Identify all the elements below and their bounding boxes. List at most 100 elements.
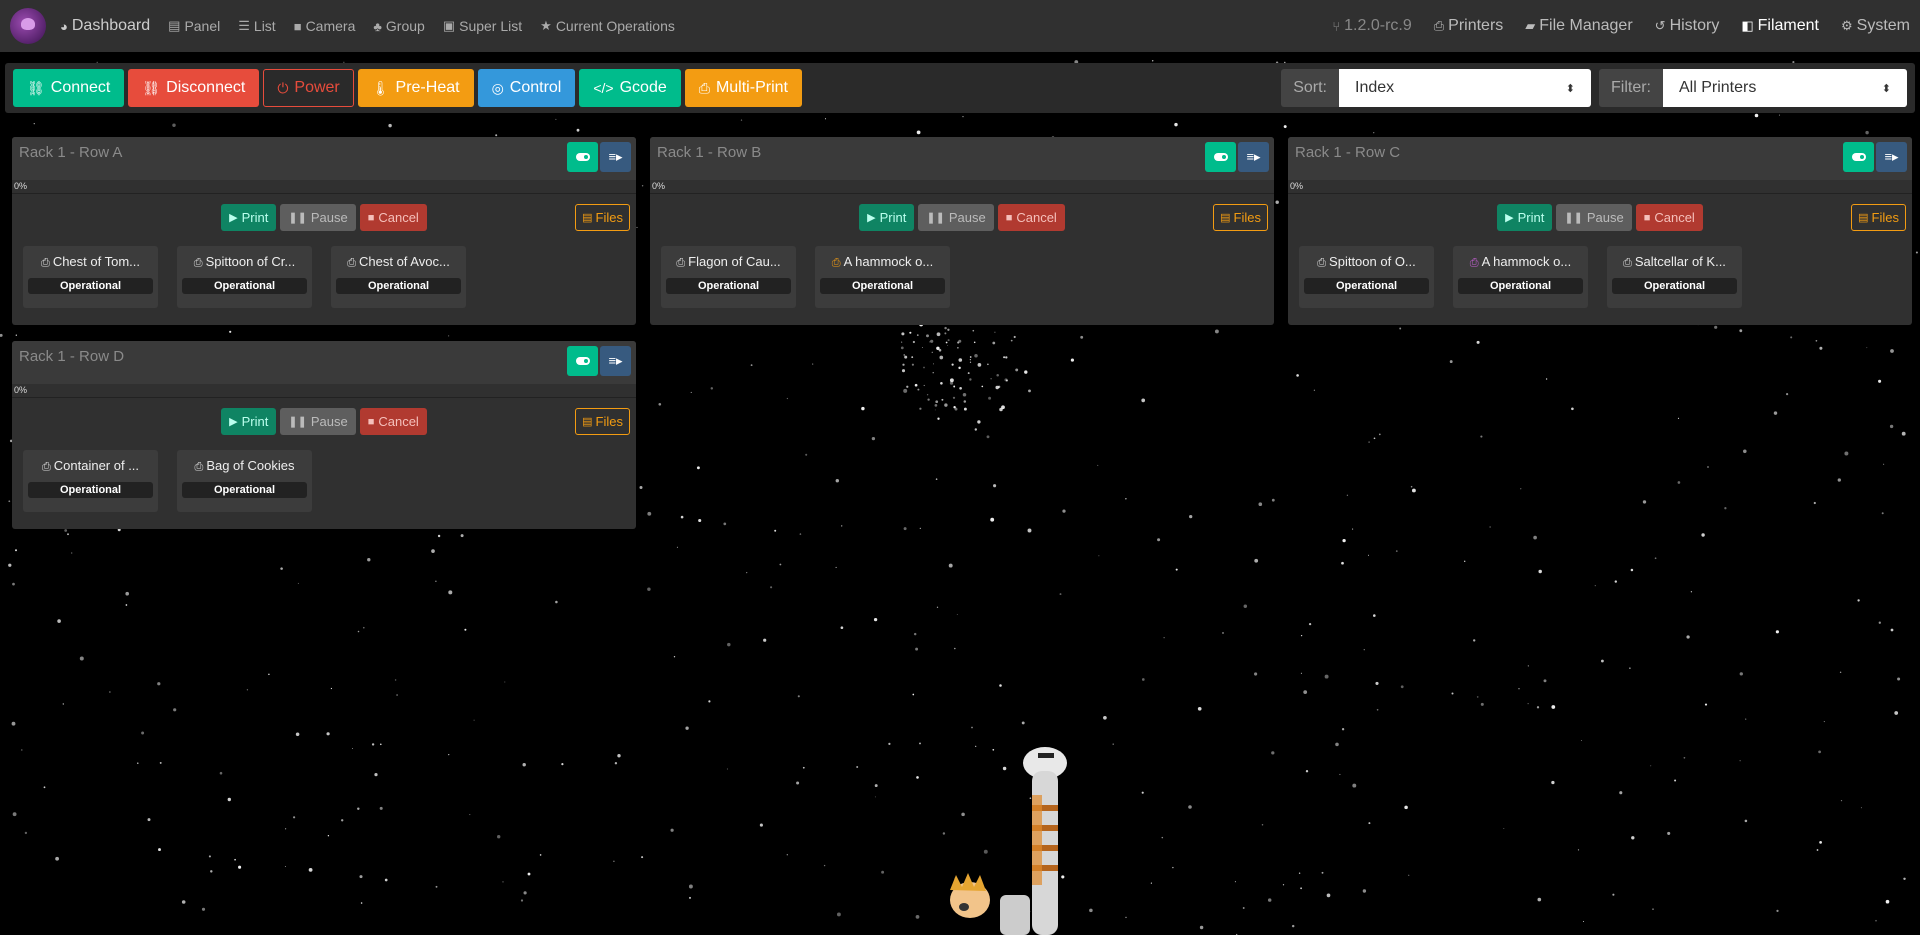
nav-version[interactable]: ⑂ 1.2.0-rc.9 xyxy=(1332,17,1411,35)
sort-select[interactable]: Index ⬍ xyxy=(1339,69,1591,107)
app-logo[interactable] xyxy=(10,8,46,44)
gears-icon: ⚙ xyxy=(1841,18,1853,33)
pause-button[interactable]: ❚❚ Pause xyxy=(1556,204,1632,231)
group-toggle-button[interactable] xyxy=(1843,142,1874,172)
printer-card[interactable]: ⎙ Chest of Tom... Operational xyxy=(23,246,158,308)
printer-icon: ⎙ xyxy=(831,257,841,269)
code-icon: </> xyxy=(593,80,614,96)
gamepad-icon: ◎ xyxy=(491,79,504,96)
printer-status-badge: Operational xyxy=(182,482,307,498)
control-button[interactable]: ◎ Control xyxy=(477,69,576,107)
print-button[interactable]: ▶ Print xyxy=(221,204,277,231)
printer-icon: ⎙ xyxy=(698,79,710,96)
nav-dashboard[interactable]: ◕ Dashboard xyxy=(60,17,150,35)
printer-icon: ⎙ xyxy=(1469,257,1479,269)
group-progress-bar: 0% xyxy=(12,384,636,398)
nav-history[interactable]: ↺ History xyxy=(1655,17,1720,35)
printer-icon: ⎙ xyxy=(676,257,686,269)
cancel-button[interactable]: ■ Cancel xyxy=(997,204,1065,231)
nav-super-list[interactable]: ▣ Super List xyxy=(443,18,522,34)
pause-icon: ❚❚ xyxy=(1564,212,1583,224)
printer-name: ⎙ Spittoon of O... xyxy=(1317,254,1416,269)
pause-button[interactable]: ❚❚ Pause xyxy=(918,204,994,231)
printer-group: Rack 1 - Row A ≡▸ 0% ▶ Print ❚❚ Pause ■ Can… xyxy=(12,137,636,325)
progress-percent: 0% xyxy=(14,385,28,395)
printer-group: Rack 1 - Row C ≡▸ 0% ▶ Print ❚❚ Pause ■ Can… xyxy=(1288,137,1912,325)
print-button[interactable]: ▶ Print xyxy=(859,204,915,231)
select-arrow-icon: ⬍ xyxy=(1565,82,1575,95)
power-icon: ⏻ xyxy=(277,79,289,96)
printer-status-badge: Operational xyxy=(1304,278,1429,294)
files-button[interactable]: ▤ Files xyxy=(1213,204,1268,231)
printer-list: ⎙ Container of ... Operational ⎙ Bag of Co… xyxy=(12,445,636,512)
printer-status-badge: Operational xyxy=(28,482,153,498)
group-title: Rack 1 - Row A xyxy=(19,144,123,161)
nav-filament[interactable]: ◧ Filament xyxy=(1741,17,1819,35)
group-menu-button[interactable]: ≡▸ xyxy=(600,346,631,376)
group-header: Rack 1 - Row C ≡▸ xyxy=(1288,137,1912,180)
group-progress-bar: 0% xyxy=(12,180,636,194)
list-menu-icon: ≡▸ xyxy=(608,149,623,164)
files-button[interactable]: ▤ Files xyxy=(575,408,630,435)
nav-list[interactable]: ☰ List xyxy=(238,18,275,34)
printer-name: ⎙ A hammock o... xyxy=(831,254,934,269)
nav-panel[interactable]: ▤ Panel xyxy=(168,18,220,34)
files-button[interactable]: ▤ Files xyxy=(575,204,630,231)
printer-icon: ⎙ xyxy=(1623,257,1632,269)
files-button[interactable]: ▤ Files xyxy=(1851,204,1906,231)
group-actions: ▶ Print ❚❚ Pause ■ Cancel ▤ Files xyxy=(650,194,1274,241)
group-menu-button[interactable]: ≡▸ xyxy=(1238,142,1269,172)
preheat-button[interactable]: 🌡 Pre-Heat xyxy=(357,69,474,107)
printer-icon: ⎙ xyxy=(194,461,204,473)
group-toggle-button[interactable] xyxy=(1205,142,1236,172)
cancel-button[interactable]: ■ Cancel xyxy=(1635,204,1703,231)
print-button[interactable]: ▶ Print xyxy=(1497,204,1553,231)
printer-name: ⎙ Saltcellar of K... xyxy=(1623,254,1726,269)
pause-button[interactable]: ❚❚ Pause xyxy=(280,408,356,435)
printer-card[interactable]: ⎙ A hammock o... Operational xyxy=(1453,246,1588,308)
nav-system[interactable]: ⚙ System xyxy=(1841,17,1910,35)
print-button[interactable]: ▶ Print xyxy=(221,408,277,435)
group-toggle-button[interactable] xyxy=(567,346,598,376)
unlink-icon: ⛓ xyxy=(142,79,161,96)
group-header: Rack 1 - Row B ≡▸ xyxy=(650,137,1274,180)
printer-card[interactable]: ⎙ Flagon of Cau... Operational xyxy=(661,246,796,308)
cancel-button[interactable]: ■ Cancel xyxy=(359,408,427,435)
printer-card[interactable]: ⎙ Spittoon of Cr... Operational xyxy=(177,246,312,308)
printer-card[interactable]: ⎙ Chest of Avoc... Operational xyxy=(331,246,466,308)
pause-button[interactable]: ❚❚ Pause xyxy=(280,204,356,231)
gcode-button[interactable]: </> Gcode xyxy=(579,69,681,107)
calvin-hobbes-illustration xyxy=(950,747,1067,935)
progress-percent: 0% xyxy=(652,181,666,191)
power-button[interactable]: ⏻ Power xyxy=(263,69,354,107)
file-icon: ▤ xyxy=(1220,212,1231,224)
list-menu-icon: ≡▸ xyxy=(1884,149,1899,164)
printer-card[interactable]: ⎙ Spittoon of O... Operational xyxy=(1299,246,1434,308)
cancel-button[interactable]: ■ Cancel xyxy=(359,204,427,231)
stop-icon: ■ xyxy=(1005,211,1013,224)
group-title: Rack 1 - Row C xyxy=(1295,144,1401,161)
nav-printers[interactable]: ⎙ Printers xyxy=(1434,17,1504,35)
group-menu-button[interactable]: ≡▸ xyxy=(1876,142,1907,172)
toggle-icon xyxy=(1851,153,1866,161)
nav-camera[interactable]: ■ Camera xyxy=(294,18,356,34)
disconnect-button[interactable]: ⛓ Disconnect xyxy=(128,69,260,107)
printer-icon: ⎙ xyxy=(347,257,356,269)
filter-select[interactable]: All Printers ⬍ xyxy=(1663,69,1907,107)
group-actions: ▶ Print ❚❚ Pause ■ Cancel ▤ Files xyxy=(12,398,636,445)
nav-group[interactable]: ♣ Group xyxy=(373,18,424,34)
printer-card[interactable]: ⎙ Saltcellar of K... Operational xyxy=(1607,246,1742,308)
list-menu-icon: ≡▸ xyxy=(608,353,623,368)
group-toggle-button[interactable] xyxy=(567,142,598,172)
printer-card[interactable]: ⎙ Bag of Cookies Operational xyxy=(177,450,312,512)
file-icon: ▤ xyxy=(582,416,593,428)
nav-file-manager[interactable]: ▰ File Manager xyxy=(1525,17,1632,35)
nav-current-operations[interactable]: ★ Current Operations xyxy=(540,18,675,34)
group-menu-button[interactable]: ≡▸ xyxy=(600,142,631,172)
printer-card[interactable]: ⎙ A hammock o... Operational xyxy=(815,246,950,308)
printer-status-badge: Operational xyxy=(336,278,461,294)
printer-card[interactable]: ⎙ Container of ... Operational xyxy=(23,450,158,512)
printer-status-badge: Operational xyxy=(182,278,307,294)
connect-button[interactable]: ⛓ Connect xyxy=(13,69,125,107)
multi-print-button[interactable]: ⎙ Multi-Print xyxy=(684,69,802,107)
